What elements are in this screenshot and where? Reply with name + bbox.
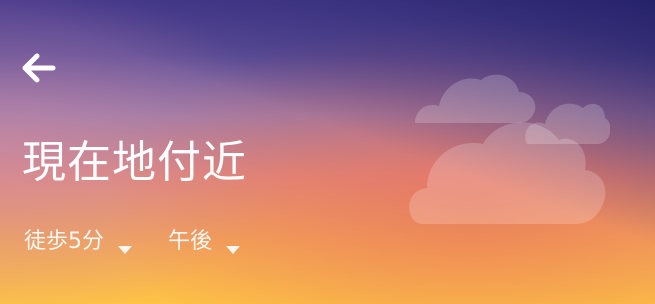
walk-time-dropdown[interactable]: 徒歩5分 <box>24 223 132 255</box>
time-of-day-label: 午後 <box>168 229 213 254</box>
caret-down-icon <box>226 235 241 254</box>
location-title: 現在地付近 <box>22 137 247 188</box>
walk-time-label: 徒歩5分 <box>24 229 104 254</box>
caret-down-icon <box>118 235 132 254</box>
weather-header: 現在地付近 徒歩5分 午後 <box>0 0 655 304</box>
back-button[interactable] <box>16 50 60 90</box>
time-of-day-dropdown[interactable]: 午後 <box>168 223 241 255</box>
back-arrow-icon <box>20 51 56 89</box>
cloudy-icon <box>405 66 611 228</box>
filter-row: 徒歩5分 午後 <box>24 222 241 256</box>
